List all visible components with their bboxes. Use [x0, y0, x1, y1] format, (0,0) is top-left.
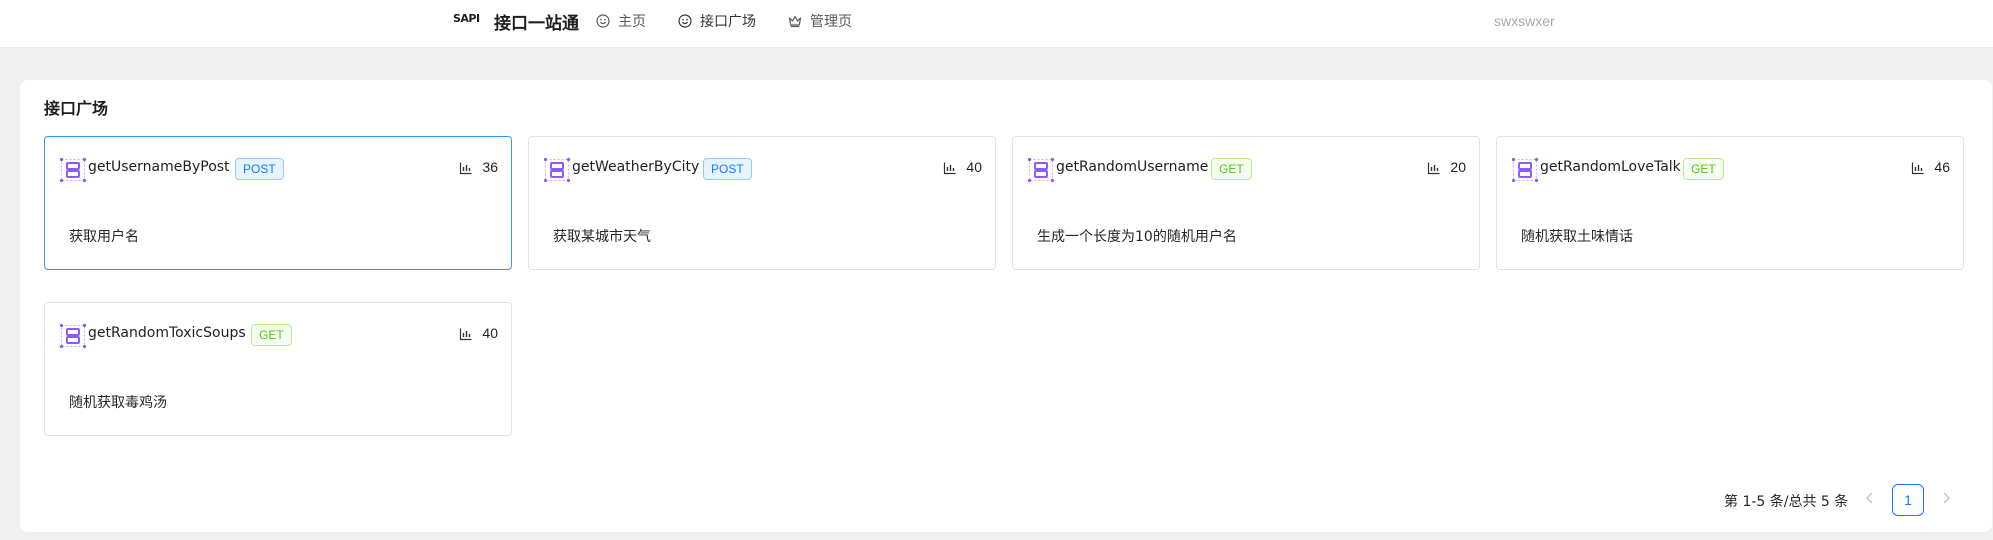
call-count: 36	[482, 159, 498, 175]
nav-item-label: 主页	[618, 14, 646, 30]
api-description: 随机获取土味情话	[1521, 229, 1633, 245]
top-navbar: SAPI 接口一站通 主页 接口广场 管理页 swxswxer	[0, 0, 1993, 48]
nav-item-home[interactable]: 主页	[596, 10, 646, 32]
api-icon	[58, 156, 88, 184]
api-description: 获取用户名	[69, 229, 139, 245]
call-count: 40	[966, 159, 982, 175]
api-icon	[542, 156, 572, 184]
method-tag: GET	[251, 324, 292, 346]
api-name: getRandomToxicSoups	[88, 325, 246, 341]
page-number-button[interactable]: 1	[1892, 484, 1924, 516]
app-title[interactable]: 接口一站通	[494, 9, 579, 34]
app-logo[interactable]: SAPI	[453, 12, 480, 25]
pagination-total: 第 1-5 条/总共 5 条	[1724, 494, 1849, 510]
api-icon	[1510, 156, 1540, 184]
method-tag: GET	[1211, 158, 1252, 180]
bar-chart-icon	[1911, 161, 1925, 175]
api-name: getRandomUsername	[1056, 159, 1209, 175]
api-name: getRandomLoveTalk	[1540, 159, 1681, 175]
nav-item-admin[interactable]: 管理页	[788, 10, 852, 32]
api-icon	[1026, 156, 1056, 184]
api-card[interactable]: getRandomToxicSoups GET 40 随机获取毒鸡汤	[44, 302, 512, 436]
call-count: 46	[1934, 159, 1950, 175]
api-description: 获取某城市天气	[553, 229, 651, 245]
api-name: getWeatherByCity	[572, 159, 700, 175]
api-icon	[58, 322, 88, 350]
bar-chart-icon	[943, 161, 957, 175]
smile-icon	[596, 14, 610, 28]
nav-item-label: 管理页	[810, 14, 852, 30]
smile-icon	[678, 14, 692, 28]
main-nav: 主页 接口广场 管理页	[596, 10, 884, 32]
api-description: 生成一个长度为10的随机用户名	[1037, 229, 1237, 245]
chevron-right-icon[interactable]	[1934, 488, 1958, 512]
api-description: 随机获取毒鸡汤	[69, 395, 167, 411]
nav-item-label: 接口广场	[700, 14, 756, 30]
user-menu[interactable]: swxswxer	[1494, 13, 1555, 29]
bar-chart-icon	[459, 161, 473, 175]
method-tag: POST	[703, 158, 752, 180]
api-name: getUsernameByPost	[88, 159, 230, 175]
bar-chart-icon	[459, 327, 473, 341]
crown-icon	[788, 14, 802, 28]
page-title: 接口广场	[44, 99, 109, 118]
method-tag: POST	[235, 158, 284, 180]
api-card[interactable]: getRandomUsername GET 20 生成一个长度为10的随机用户名	[1012, 136, 1480, 270]
bar-chart-icon	[1427, 161, 1441, 175]
call-count: 20	[1450, 159, 1466, 175]
pagination: 第 1-5 条/总共 5 条 1	[0, 484, 1993, 516]
chevron-left-icon[interactable]	[1858, 488, 1882, 512]
call-count: 40	[482, 325, 498, 341]
api-card[interactable]: getRandomLoveTalk GET 46 随机获取土味情话	[1496, 136, 1964, 270]
method-tag: GET	[1683, 158, 1724, 180]
api-card[interactable]: getWeatherByCity POST 40 获取某城市天气	[528, 136, 996, 270]
api-card[interactable]: getUsernameByPost POST 36 获取用户名	[44, 136, 512, 270]
nav-item-api-square[interactable]: 接口广场	[678, 10, 756, 32]
